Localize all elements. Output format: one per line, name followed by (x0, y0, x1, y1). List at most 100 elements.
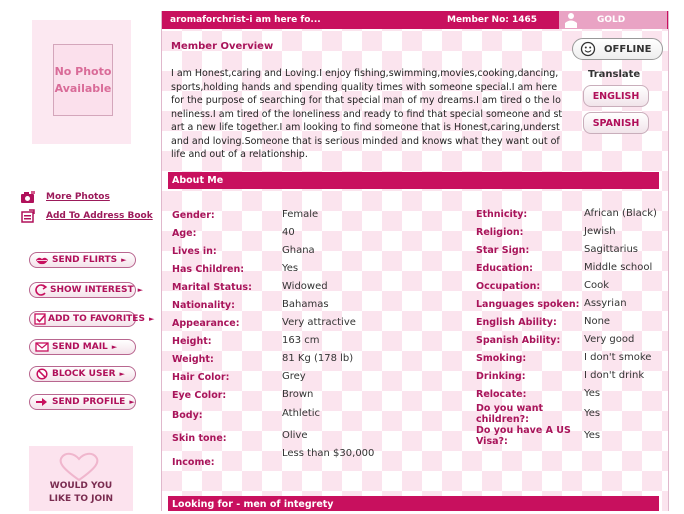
translate-spanish-button[interactable]: SPANISH (583, 112, 649, 134)
block-user-label: BLOCK USER (52, 369, 116, 379)
about-me-heading: About Me (168, 172, 659, 189)
show-interest-label: SHOW INTEREST (50, 285, 134, 295)
send-arrow-icon (34, 396, 50, 408)
no-photo-text-line1: No Photo (54, 65, 112, 78)
eye-color-value: Brown (282, 389, 314, 400)
languages-spoken-label: Languages spoken: (476, 299, 580, 310)
send-flirts-label: SEND FLIRTS (52, 255, 118, 265)
star-sign-value: Sagittarius (584, 244, 639, 255)
more-photos-label[interactable]: More Photos (46, 192, 110, 202)
send-profile-button[interactable]: SEND PROFILE ► (29, 394, 136, 410)
membership-level: GOLD (597, 15, 626, 25)
religion-value: Jewish (584, 226, 616, 237)
add-to-address-book-link[interactable]: Add To Address Book (20, 209, 153, 223)
english-ability-value: None (584, 316, 611, 327)
weight-value: 81 Kg (178 lb) (282, 353, 354, 364)
member-number: Member No: 1465 (447, 15, 538, 25)
star-sign-label: Star Sign: (476, 245, 530, 256)
looking-for-heading: Looking for - men of integrety (168, 496, 659, 511)
no-photo-text-line2: Available (54, 82, 112, 95)
body-label: Body: (172, 410, 203, 421)
arrow-right-icon: ► (148, 315, 155, 323)
body-value: Athletic (282, 408, 321, 419)
no-photo-frame: No Photo Available (53, 44, 113, 116)
join-promo-line1: WOULD YOU (49, 481, 113, 491)
spanish-ability-value: Very good (584, 334, 635, 345)
send-mail-button[interactable]: SEND MAIL ► (29, 339, 136, 355)
ethnicity-label: Ethnicity: (476, 209, 528, 220)
lives-in-value: Ghana (282, 245, 315, 256)
add-to-address-book-label[interactable]: Add To Address Book (46, 211, 153, 221)
offline-label: OFFLINE (604, 43, 652, 55)
interest-icon (34, 284, 48, 296)
send-profile-label: SEND PROFILE (52, 397, 126, 407)
address-book-icon (20, 209, 36, 223)
member-overview-text: I am Honest,caring and Loving.I enjoy fi… (171, 68, 563, 160)
height-value: 163 cm (282, 335, 320, 346)
income-value: Less than $30,000 (282, 448, 375, 459)
education-value: Middle school (584, 262, 653, 273)
occupation-label: Occupation: (476, 281, 541, 292)
arrow-right-icon: ► (121, 256, 127, 264)
smoking-value: I don't smoke (584, 352, 652, 363)
us-visa-label: Do you have A US Visa?: (476, 425, 571, 447)
want-children-label: Do you want children?: (476, 403, 544, 425)
occupation-value: Cook (584, 280, 610, 291)
membership-badge: GOLD (559, 11, 667, 29)
ethnicity-value: African (Black) (584, 208, 657, 219)
send-mail-label: SEND MAIL (52, 342, 108, 352)
lives-in-label: Lives in: (172, 246, 217, 257)
add-to-favorites-label: ADD TO FAVORITES (48, 314, 145, 324)
drinking-label: Drinking: (476, 371, 526, 382)
profile-username: aromaforchrist-i am here fo... (170, 15, 321, 25)
arrow-right-icon: ► (137, 286, 143, 294)
hair-color-label: Hair Color: (172, 372, 230, 383)
heart-icon (59, 452, 99, 482)
join-promo-banner[interactable]: WOULD YOU LIKE TO JOIN (29, 446, 133, 511)
has-children-label: Has Children: (172, 264, 245, 275)
has-children-value: Yes (282, 263, 299, 274)
relocate-value: Yes (584, 388, 601, 399)
sidebar: No Photo Available More Photos Add To Ad… (0, 0, 160, 511)
gender-label: Gender: (172, 210, 215, 221)
profile-header-bar: aromaforchrist-i am here fo... Member No… (162, 11, 668, 29)
arrow-right-icon: ► (119, 370, 125, 378)
translate-english-button[interactable]: ENGLISH (583, 85, 649, 107)
smiley-icon (580, 41, 596, 57)
smoking-label: Smoking: (476, 353, 527, 364)
translate-heading: Translate (588, 69, 641, 80)
more-photos-link[interactable]: More Photos (20, 190, 110, 204)
arrow-right-icon: ► (129, 398, 135, 406)
relocate-label: Relocate: (476, 389, 527, 400)
checkbox-icon (34, 313, 46, 325)
member-overview-heading: Member Overview (171, 41, 274, 52)
arrow-right-icon: ► (111, 343, 118, 351)
marital-status-value: Widowed (282, 281, 328, 292)
gender-value: Female (282, 209, 319, 220)
send-flirts-button[interactable]: SEND FLIRTS ► (29, 252, 136, 268)
skin-tone-label: Skin tone: (172, 433, 227, 444)
envelope-icon (34, 341, 50, 353)
languages-spoken-value: Assyrian (584, 298, 627, 309)
income-label: Income: (172, 457, 215, 468)
join-promo-line2: LIKE TO JOIN (48, 494, 114, 504)
camera-icon (20, 190, 36, 204)
nationality-value: Bahamas (282, 299, 329, 310)
appearance-value: Very attractive (282, 317, 356, 328)
online-status-badge[interactable]: OFFLINE (572, 38, 663, 60)
show-interest-button[interactable]: SHOW INTEREST ► (29, 282, 143, 298)
want-children-value: Yes (584, 408, 601, 419)
religion-label: Religion: (476, 227, 524, 238)
block-icon (34, 368, 50, 380)
eye-color-label: Eye Color: (172, 390, 227, 401)
appearance-label: Appearance: (172, 318, 240, 329)
english-ability-label: English Ability: (476, 317, 557, 328)
lips-icon (34, 254, 50, 266)
spanish-ability-label: Spanish Ability: (476, 335, 561, 346)
member-silhouette-icon (565, 13, 577, 28)
education-label: Education: (476, 263, 533, 274)
drinking-value: I don't drink (584, 370, 645, 381)
add-to-favorites-button[interactable]: ADD TO FAVORITES ► (29, 311, 154, 327)
profile-panel: aromaforchrist-i am here fo... Member No… (161, 11, 669, 511)
block-user-button[interactable]: BLOCK USER ► (29, 366, 136, 382)
